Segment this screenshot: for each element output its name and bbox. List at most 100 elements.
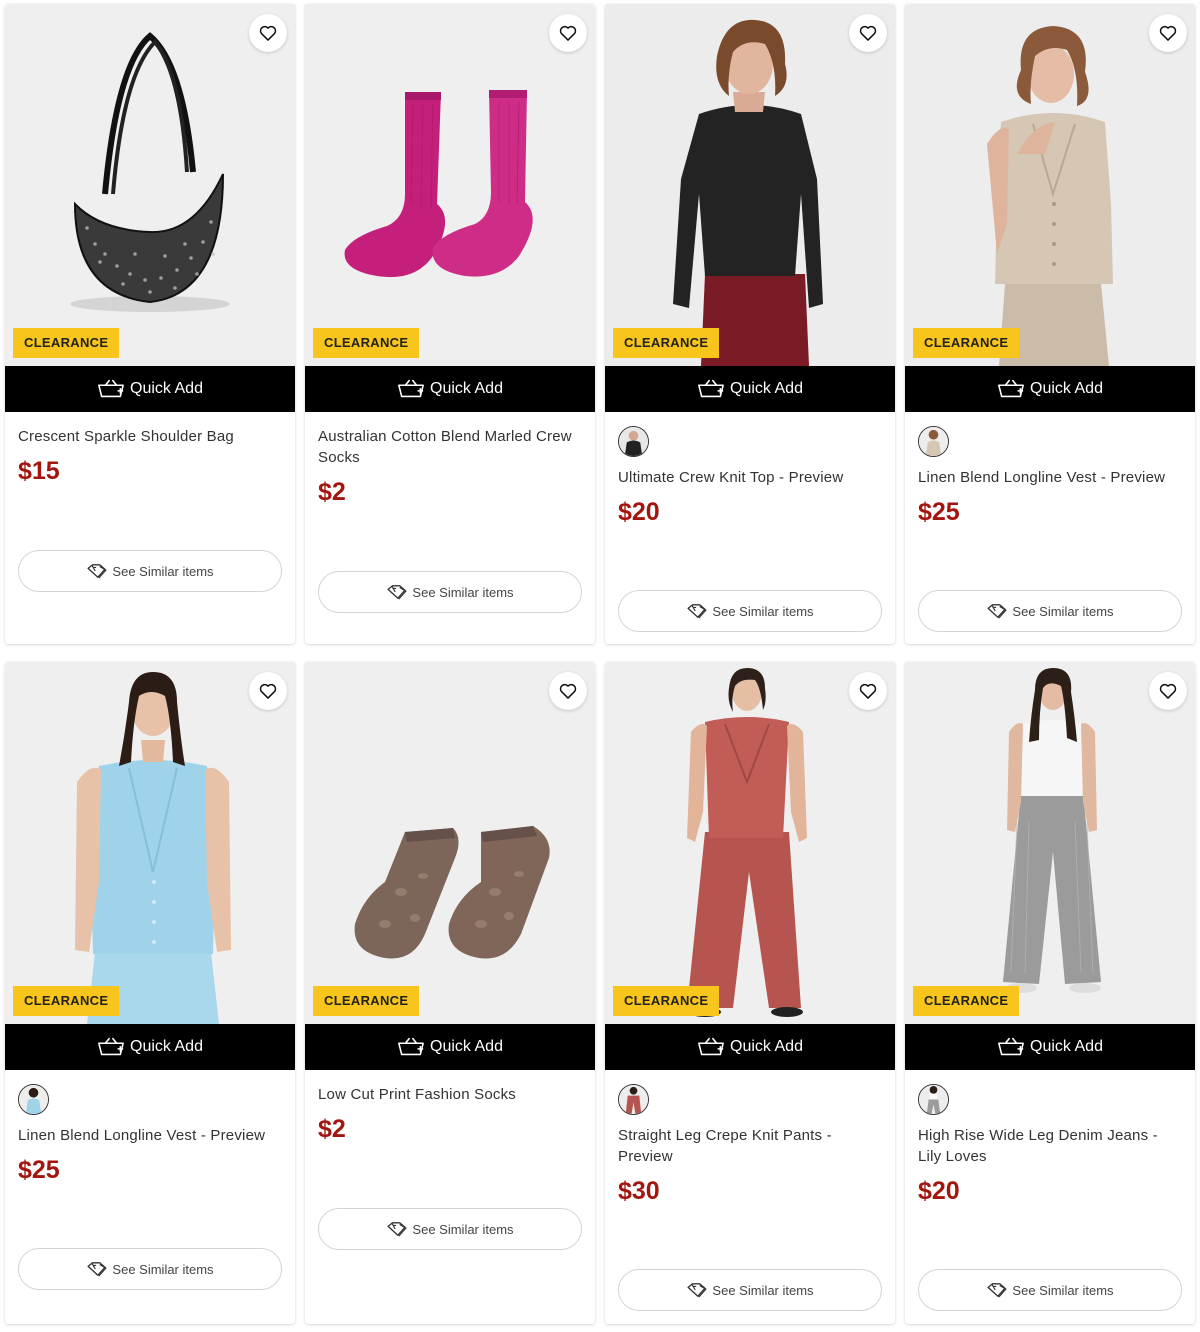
see-similar-label: See Similar items [712, 1282, 814, 1298]
wishlist-button[interactable] [249, 14, 287, 52]
crew-socks-image [305, 4, 595, 366]
product-image[interactable]: CLEARANCE [605, 4, 895, 366]
see-similar-label: See Similar items [412, 1221, 514, 1237]
product-image[interactable]: CLEARANCE [605, 662, 895, 1024]
see-similar-label: See Similar items [112, 1261, 214, 1277]
wishlist-button[interactable] [249, 672, 287, 710]
product-name[interactable]: Straight Leg Crepe Knit Pants - Preview [618, 1125, 882, 1167]
tag-icon [686, 603, 708, 619]
fashion-socks-image [305, 662, 595, 1024]
clearance-badge: CLEARANCE [313, 328, 420, 358]
quick-add-button[interactable]: Quick Add [5, 366, 295, 412]
wishlist-button[interactable] [1149, 672, 1187, 710]
product-info: Australian Cotton Blend Marled Crew Sock… [305, 412, 595, 509]
product-card[interactable]: CLEARANCE Quick Add Linen Blend Longline… [5, 662, 295, 1324]
see-similar-button[interactable]: See Similar items [318, 571, 582, 613]
product-info: Linen Blend Longline Vest - Preview $25 [5, 1070, 295, 1187]
product-card[interactable]: CLEARANCE Quick Add High Rise Wide Leg D… [905, 662, 1195, 1324]
wishlist-button[interactable] [1149, 14, 1187, 52]
quick-add-button[interactable]: Quick Add [605, 1024, 895, 1070]
see-similar-button[interactable]: See Similar items [918, 590, 1182, 632]
quick-add-button[interactable]: Quick Add [605, 366, 895, 412]
see-similar-button[interactable]: See Similar items [318, 1208, 582, 1250]
clearance-badge: CLEARANCE [613, 986, 720, 1016]
color-swatch[interactable] [18, 1084, 49, 1115]
basket-icon [697, 379, 725, 399]
see-similar-label: See Similar items [112, 563, 214, 579]
product-image[interactable]: CLEARANCE [5, 662, 295, 1024]
quick-add-button[interactable]: Quick Add [5, 1024, 295, 1070]
product-name[interactable]: Australian Cotton Blend Marled Crew Sock… [318, 426, 582, 468]
clearance-badge: CLEARANCE [313, 986, 420, 1016]
quick-add-label: Quick Add [130, 380, 203, 397]
wishlist-button[interactable] [849, 672, 887, 710]
heart-icon [558, 681, 578, 701]
swatch-thumbnail [619, 1085, 648, 1114]
swatch-thumbnail [19, 1085, 48, 1114]
wishlist-button[interactable] [549, 14, 587, 52]
basket-icon [397, 1037, 425, 1057]
see-similar-button[interactable]: See Similar items [918, 1269, 1182, 1311]
longline-vest-image [5, 662, 295, 1024]
see-similar-label: See Similar items [1012, 1282, 1114, 1298]
longline-vest-image [905, 4, 1195, 366]
see-similar-button[interactable]: See Similar items [618, 590, 882, 632]
product-grid: CLEARANCE Quick Add Crescent Sparkle Sho… [0, 0, 1200, 1332]
wishlist-button[interactable] [849, 14, 887, 52]
basket-icon [397, 379, 425, 399]
see-similar-label: See Similar items [1012, 603, 1114, 619]
product-image[interactable]: CLEARANCE [5, 4, 295, 366]
quick-add-button[interactable]: Quick Add [305, 1024, 595, 1070]
shoulder-bag-image [5, 4, 295, 366]
knit-top-image [605, 4, 895, 366]
product-card[interactable]: CLEARANCE Quick Add Ultimate Crew Knit T… [605, 4, 895, 644]
product-name[interactable]: Linen Blend Longline Vest - Preview [918, 467, 1182, 488]
clearance-badge: CLEARANCE [913, 328, 1020, 358]
product-name[interactable]: High Rise Wide Leg Denim Jeans - Lily Lo… [918, 1125, 1182, 1167]
product-card[interactable]: CLEARANCE Quick Add Linen Blend Longline… [905, 4, 1195, 644]
clearance-badge: CLEARANCE [613, 328, 720, 358]
wishlist-button[interactable] [549, 672, 587, 710]
product-image[interactable]: CLEARANCE [305, 4, 595, 366]
color-swatch[interactable] [618, 1084, 649, 1115]
quick-add-label: Quick Add [1030, 380, 1103, 397]
product-price: $30 [618, 1177, 660, 1205]
see-similar-button[interactable]: See Similar items [618, 1269, 882, 1311]
see-similar-button[interactable]: See Similar items [18, 550, 282, 592]
color-swatch[interactable] [918, 1084, 949, 1115]
quick-add-button[interactable]: Quick Add [905, 366, 1195, 412]
product-image[interactable]: CLEARANCE [905, 4, 1195, 366]
product-image[interactable]: CLEARANCE [305, 662, 595, 1024]
see-similar-button[interactable]: See Similar items [18, 1248, 282, 1290]
product-name[interactable]: Ultimate Crew Knit Top - Preview [618, 467, 882, 488]
product-info: Linen Blend Longline Vest - Preview $25 [905, 412, 1195, 529]
product-price: $2 [318, 478, 346, 506]
product-name[interactable]: Low Cut Print Fashion Socks [318, 1084, 582, 1105]
basket-icon [997, 1037, 1025, 1057]
heart-icon [558, 23, 578, 43]
heart-icon [258, 681, 278, 701]
quick-add-button[interactable]: Quick Add [305, 366, 595, 412]
heart-icon [858, 681, 878, 701]
quick-add-button[interactable]: Quick Add [905, 1024, 1195, 1070]
product-card[interactable]: CLEARANCE Quick Add Straight Leg Crepe K… [605, 662, 895, 1324]
see-similar-label: See Similar items [412, 584, 514, 600]
product-card[interactable]: CLEARANCE Quick Add Crescent Sparkle Sho… [5, 4, 295, 644]
color-swatch[interactable] [918, 426, 949, 457]
see-similar-label: See Similar items [712, 603, 814, 619]
heart-icon [1158, 23, 1178, 43]
swatch-thumbnail [919, 427, 948, 456]
product-image[interactable]: CLEARANCE [905, 662, 1195, 1024]
product-card[interactable]: CLEARANCE Quick Add Australian Cotton Bl… [305, 4, 595, 644]
denim-jeans-image [905, 662, 1195, 1024]
swatch-thumbnail [919, 1085, 948, 1114]
clearance-badge: CLEARANCE [13, 986, 120, 1016]
product-name[interactable]: Crescent Sparkle Shoulder Bag [18, 426, 282, 447]
product-price: $2 [318, 1115, 346, 1143]
quick-add-label: Quick Add [730, 380, 803, 397]
basket-icon [97, 1037, 125, 1057]
product-name[interactable]: Linen Blend Longline Vest - Preview [18, 1125, 282, 1146]
color-swatch[interactable] [618, 426, 649, 457]
knit-pants-image [605, 662, 895, 1024]
product-card[interactable]: CLEARANCE Quick Add Low Cut Print Fashio… [305, 662, 595, 1324]
